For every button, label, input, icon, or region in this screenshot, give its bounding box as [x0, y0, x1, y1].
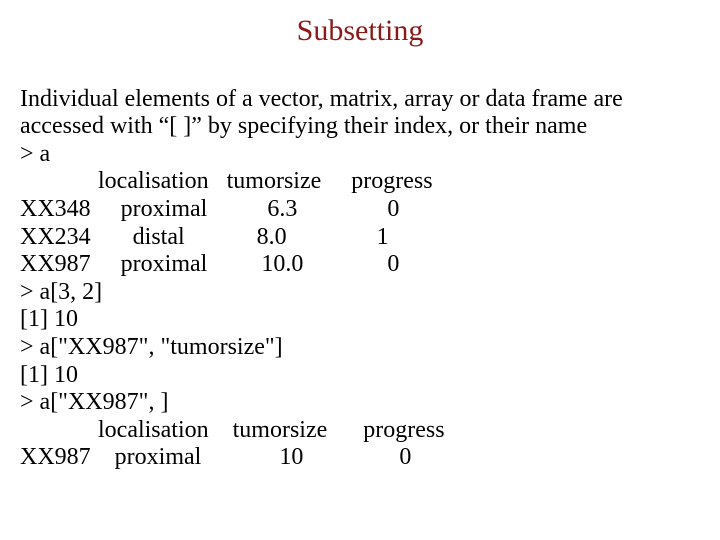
table-row-xx987-single: XX987 proximal 10 0	[20, 444, 411, 470]
prompt-a: > a	[20, 141, 50, 167]
prompt-a-3-2: > a[3, 2]	[20, 279, 102, 305]
result-a-xx987-tumorsize: [1] 10	[20, 362, 78, 388]
table-row-xx234: XX234 distal 8.0 1	[20, 224, 389, 250]
intro-line-1: Individual elements of a vector, matrix,…	[20, 86, 623, 112]
intro-line-2: accessed with “[ ]” by specifying their …	[20, 113, 587, 139]
slide-body: Individual elements of a vector, matrix,…	[20, 58, 700, 472]
prompt-a-xx987-tumorsize: > a["XX987", "tumorsize"]	[20, 334, 283, 360]
slide-title: Subsetting	[20, 14, 700, 48]
result-a-3-2: [1] 10	[20, 306, 78, 332]
table-header-1: localisation tumorsize progress	[20, 168, 433, 194]
table-header-2: localisation tumorsize progress	[20, 417, 445, 443]
table-row-xx348: XX348 proximal 6.3 0	[20, 196, 399, 222]
table-row-xx987: XX987 proximal 10.0 0	[20, 251, 399, 277]
prompt-a-xx987-row: > a["XX987", ]	[20, 389, 168, 415]
